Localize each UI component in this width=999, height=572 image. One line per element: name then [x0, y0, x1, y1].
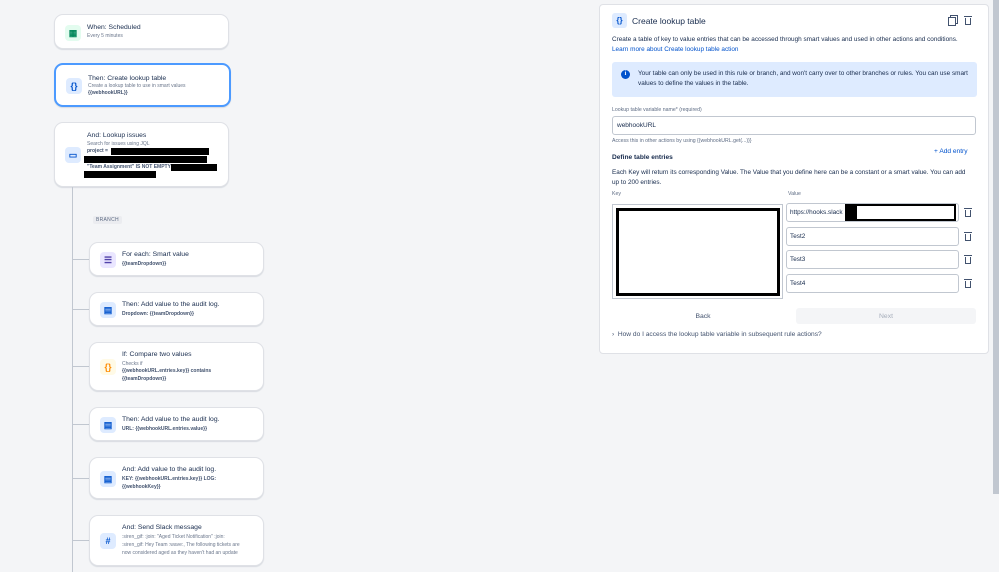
slack-icon: # [100, 533, 116, 549]
card-title: For each: Smart value [122, 251, 189, 258]
faq-text: How do I access the lookup table variabl… [617, 331, 822, 338]
audit-log-card-3[interactable]: ▤ And: Add value to the audit log. KEY: … [89, 457, 264, 499]
value-field-2[interactable]: Test2 [786, 227, 959, 246]
config-panel: {} Create lookup table Create a table of… [599, 4, 989, 354]
delete-entry-icon[interactable] [964, 231, 972, 241]
faq-toggle[interactable]: › How do I access the lookup table varia… [612, 331, 822, 338]
redacted-block [84, 156, 207, 163]
info-banner: i Your table can only be used in this ru… [612, 62, 977, 97]
redacted-block [111, 148, 209, 155]
redacted-block [845, 204, 956, 221]
card-subtitle: Create a lookup table to use in smart va… [88, 83, 186, 89]
variable-name-label: Lookup table variable name* (required) [612, 107, 702, 113]
branch-connector [72, 309, 89, 310]
delete-entry-icon[interactable] [964, 254, 972, 264]
branch-connector [72, 424, 89, 425]
document-icon: ▤ [100, 302, 116, 318]
panel-description: Create a table of key to value entries t… [612, 35, 974, 54]
delete-icon[interactable] [964, 15, 972, 25]
info-text: Your table can only be used in this rule… [638, 70, 968, 87]
redacted-block [84, 171, 156, 178]
jql-line-1: project = [87, 148, 108, 154]
redacted-block [171, 164, 217, 171]
entries-description: Each Key will return its corresponding V… [612, 169, 966, 186]
branch-connector [72, 259, 89, 260]
branch-connector [72, 366, 89, 367]
braces-icon: {} [612, 13, 627, 28]
variable-help-text: Access this in other actions by using {{… [612, 138, 752, 144]
calendar-icon: ▦ [65, 25, 81, 41]
card-subtitle: Every 5 minutes [87, 33, 123, 39]
document-icon: ▤ [100, 471, 116, 487]
variable-name-input[interactable]: webhookURL [612, 116, 976, 135]
card-value: Dropdown: {{teamDropdown}} [122, 311, 194, 317]
slack-card[interactable]: # And: Send Slack message :siren_gif: :j… [89, 515, 264, 566]
scrollbar[interactable] [993, 0, 999, 494]
key-header: Key [612, 191, 621, 197]
card-value: {{teamDropdown}} [122, 261, 167, 267]
list-icon: ☰ [100, 252, 116, 268]
document-icon: ▤ [100, 417, 116, 433]
card-title: If: Compare two values [122, 351, 192, 358]
description-text: Create a table of key to value entries t… [612, 36, 958, 43]
jql-line-3: "Team Assignment" IS NOT EMPTY [87, 164, 171, 170]
card-value-line-1: KEY: {{webhookURL.entries.key}} LOG: [122, 476, 217, 482]
rule-canvas: ▦ When: Scheduled Every 5 minutes {} The… [0, 0, 595, 572]
compare-card[interactable]: {} If: Compare two values Checks if {{we… [89, 342, 264, 391]
redacted-keys [616, 208, 780, 296]
info-icon: i [621, 70, 630, 79]
card-title: Then: Create lookup table [88, 75, 167, 82]
card-title: And: Send Slack message [122, 524, 202, 531]
copy-icon[interactable] [948, 15, 958, 26]
braces-icon: {} [66, 78, 82, 94]
card-value: URL: {{webhookURL.entries.value}} [122, 426, 208, 432]
card-title: When: Scheduled [87, 24, 141, 31]
value-field-3[interactable]: Test3 [786, 250, 959, 269]
card-title: And: Lookup issues [87, 132, 147, 139]
branch-connector [72, 478, 89, 479]
card-subtitle: Checks if [122, 361, 143, 367]
card-value: {{webhookURL}} [88, 90, 128, 96]
braces-icon: {} [100, 359, 116, 375]
lookup-table-card[interactable]: {} Then: Create lookup table Create a lo… [54, 63, 231, 107]
message-line-1: :siren_gif: :join: "Aged Ticket Notifica… [122, 534, 225, 540]
for-each-card[interactable]: ☰ For each: Smart value {{teamDropdown}} [89, 242, 264, 276]
message-line-2: :siren_gif: Hey Team :wave:, The followi… [122, 542, 240, 548]
card-value-line-2: {{webhookKey}} [122, 484, 161, 490]
card-title: Then: Add value to the audit log. [122, 301, 220, 308]
monitor-icon: ▭ [65, 147, 81, 163]
condition-line-2: {{teamDropdown}} [122, 376, 167, 382]
card-title: Then: Add value to the audit log. [122, 416, 220, 423]
next-button[interactable]: Next [796, 308, 976, 324]
branch-connector [72, 187, 73, 572]
delete-entry-icon[interactable] [964, 207, 972, 217]
condition-line-1: {{webhookURL.entries.key}} contains [122, 368, 212, 374]
card-subtitle: Search for issues using JQL [87, 141, 150, 147]
card-title: And: Add value to the audit log. [122, 466, 217, 473]
panel-title: Create lookup table [632, 16, 706, 26]
trigger-card[interactable]: ▦ When: Scheduled Every 5 minutes [54, 14, 229, 49]
add-entry-button[interactable]: + Add entry [934, 148, 968, 155]
audit-log-card-1[interactable]: ▤ Then: Add value to the audit log. Drop… [89, 292, 264, 326]
entries-heading: Define table entries [612, 154, 673, 161]
chevron-right-icon: › [612, 331, 615, 338]
value-field-4[interactable]: Test4 [786, 274, 959, 293]
branch-label: BRANCH [93, 216, 122, 224]
redacted-block [845, 204, 857, 221]
value-header: Value [788, 191, 801, 197]
back-button[interactable]: Back [612, 308, 794, 324]
message-line-3: now considered aged as they haven't had … [122, 550, 238, 556]
branch-connector [72, 540, 89, 541]
delete-entry-icon[interactable] [964, 278, 972, 288]
audit-log-card-2[interactable]: ▤ Then: Add value to the audit log. URL:… [89, 407, 264, 441]
learn-more-link[interactable]: Learn more about Create lookup table act… [612, 46, 738, 53]
